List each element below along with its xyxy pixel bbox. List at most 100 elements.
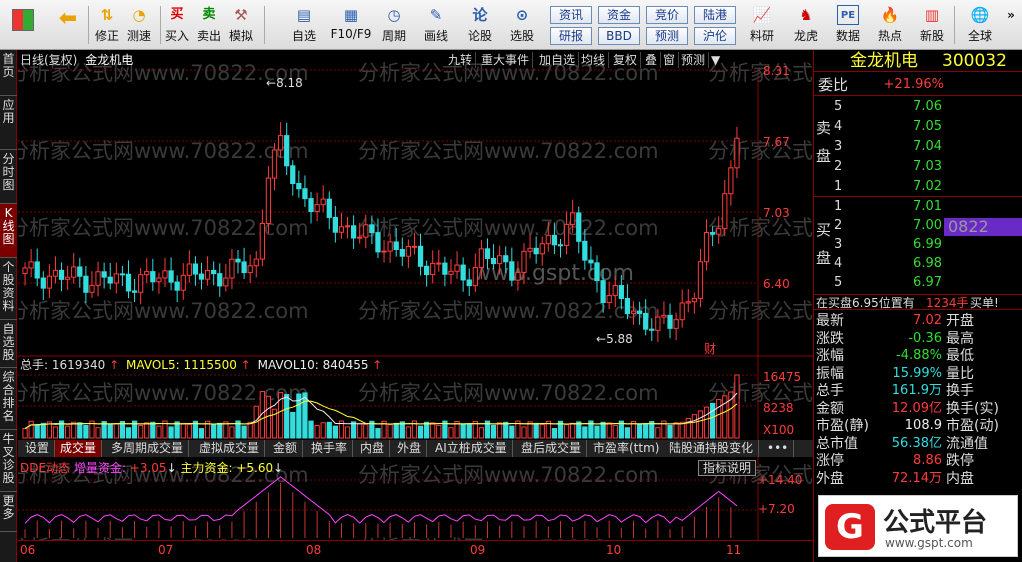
indicator-help-button[interactable]: 指标说明 [698, 460, 757, 476]
global-button[interactable]: 🌐 全球 [960, 3, 1000, 47]
tab-amount[interactable]: 金额 [268, 440, 304, 457]
svg-text:分析家公式网www.70822.com: 分析家公式网www.70822.com [358, 139, 659, 163]
tab-ranking[interactable]: 综合排名 [0, 368, 17, 430]
candle-up [22, 267, 28, 274]
quote-stock-name: 金龙机电 [850, 51, 918, 71]
grid-menu-button[interactable] [8, 3, 38, 47]
buy-level-row: 5 6.97 [814, 274, 1022, 292]
tab-timeshare[interactable]: 分时图 [0, 150, 17, 204]
tab-after-hours-volume[interactable]: 盘后成交量 [516, 440, 588, 457]
tab-diagnosis[interactable]: 牛叉诊股 [0, 430, 17, 492]
tab-home[interactable]: 首页 [0, 50, 17, 96]
more-tools-button[interactable]: » [1004, 3, 1018, 47]
tab-more[interactable]: 更多 [0, 492, 17, 532]
price-tick-1: 8.31 [763, 64, 790, 78]
stock-name-label: 金龙机电 [85, 53, 134, 67]
candle-up [186, 263, 192, 276]
moving-average-button[interactable]: 均线 [578, 52, 610, 68]
f10-button[interactable]: ▦ F10/F9 [328, 3, 374, 47]
folder-icon: ▤ [296, 6, 312, 24]
finance-event-mark[interactable]: 财 [704, 340, 716, 357]
stat-label: 市盈(静) [816, 418, 869, 434]
dragon-tiger-button[interactable]: ♞ 龙虎 [788, 3, 824, 47]
candle-up [606, 295, 612, 303]
research-data-label: 料研 [749, 29, 774, 43]
candle-down [533, 247, 539, 255]
orderbook-divider [814, 196, 1022, 197]
tab-volume[interactable]: 成交量 [55, 440, 103, 457]
forecast-button[interactable]: 预测 [646, 27, 688, 45]
restore-rights-button[interactable]: 复权 [610, 52, 642, 68]
research-button[interactable]: 研报 [550, 27, 592, 45]
volume-bar [497, 422, 503, 439]
date-tick: 07 [158, 543, 174, 557]
simulate-button[interactable]: ⚒ 模拟 [226, 3, 256, 47]
candle-up [144, 271, 150, 276]
level-price: 7.01 [913, 199, 942, 214]
candle-up [448, 270, 454, 275]
volume-tick-1: 16475 [763, 370, 802, 384]
tab-virtual-volume[interactable]: 虚拟成交量 [194, 440, 266, 457]
tab-kline[interactable]: K线图 [0, 204, 17, 258]
candle-down [667, 314, 673, 329]
research-data-button[interactable]: 📈 料研 [744, 3, 780, 47]
watermark-layer: 分析家公式网www.70822.com 分析家公式网www.70822.com 分析… [8, 61, 1009, 560]
buy-button[interactable]: 买 买入 [162, 3, 192, 47]
candle-down [58, 269, 65, 280]
bbd-button[interactable]: BBD [598, 27, 640, 45]
draw-line-button[interactable]: ✎ 画线 [418, 3, 454, 47]
ipo-button[interactable]: ▥ 新股 [914, 3, 950, 47]
tab-pe-ttm[interactable]: 市盈率(ttm) [588, 440, 666, 457]
forecast-chart-button[interactable]: 预测 [678, 52, 710, 68]
tab-hk-holding[interactable]: 陆股通持股变化 [664, 440, 760, 457]
tab-turnover[interactable]: 换手率 [306, 440, 354, 457]
candle-up [138, 274, 144, 293]
volume-bar [326, 421, 332, 439]
candle-up [204, 269, 211, 280]
candle-up [716, 228, 722, 235]
level-label: 3 [834, 237, 843, 252]
tab-outer-volume[interactable]: 外盘 [392, 440, 428, 457]
tab-inner-volume[interactable]: 内盘 [355, 440, 391, 457]
select-stock-button[interactable]: ⊙ 选股 [502, 3, 542, 47]
volume-bar [198, 428, 205, 439]
chevron-down-icon[interactable]: ▼ [708, 52, 723, 68]
volume-bar [217, 422, 223, 439]
back-button[interactable]: ⬅ [52, 3, 84, 47]
volume-bar [430, 422, 436, 439]
tab-more-indicators[interactable]: ••• [762, 440, 795, 457]
discuss-button[interactable]: 论 论股 [462, 3, 498, 47]
mavol10-label: MAVOL10: 840455 [257, 358, 369, 372]
major-events-button[interactable]: 重大事件 [478, 52, 534, 68]
news-button[interactable]: 资讯 [550, 6, 592, 24]
nine-turn-button[interactable]: 九转 [445, 52, 477, 68]
capital-button[interactable]: 资金 [598, 6, 640, 24]
price-tick-3: 7.03 [763, 206, 790, 220]
favorites-button[interactable]: ▤ 自选 [284, 3, 324, 47]
hotspot-button[interactable]: 🔥 热点 [872, 3, 908, 47]
data-button[interactable]: PE 数据 [830, 3, 866, 47]
overlay-button[interactable]: 叠 [642, 52, 662, 68]
volume-bar [466, 423, 472, 439]
price-tick-2: 7.67 [763, 135, 790, 149]
window-button[interactable]: 窗 [660, 52, 680, 68]
speed-test-button[interactable]: ◔ 测速 [124, 3, 154, 47]
stat-label: 振幅 [816, 365, 844, 382]
auction-button[interactable]: 竞价 [646, 6, 688, 24]
level-label: 2 [834, 218, 843, 233]
sell-button[interactable]: 卖 卖出 [194, 3, 224, 47]
candle-down [582, 240, 588, 261]
kline-chart-area[interactable]: 分析家公式网www.70822.com 分析家公式网www.70822.com 分析… [8, 50, 1009, 562]
tab-apps[interactable]: 应用 [0, 96, 17, 150]
period-button[interactable]: ◷ 周期 [376, 3, 412, 47]
tab-stock-profile[interactable]: 个股资料 [0, 258, 17, 320]
f10-label: F10/F9 [330, 27, 372, 41]
tab-watchlist[interactable]: 自选股 [0, 320, 17, 368]
tab-multi-period-volume[interactable]: 多周期成交量 [106, 440, 190, 457]
tab-ai-volume[interactable]: AI立桩成交量 [430, 440, 513, 457]
fix-button[interactable]: ⇅ 修正 [92, 3, 122, 47]
add-favorite-button[interactable]: 加自选 [536, 52, 580, 68]
hk-connect-button[interactable]: 陆港 [694, 6, 736, 24]
shanghai-london-button[interactable]: 沪伦 [694, 27, 736, 45]
tab-settings[interactable]: 设置 [20, 440, 56, 457]
